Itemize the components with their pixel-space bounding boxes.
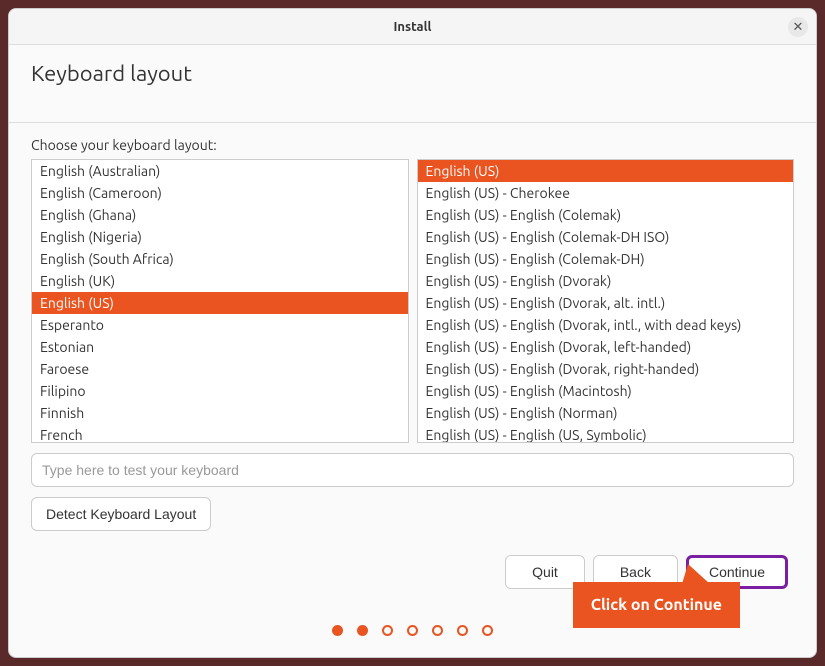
list-item[interactable]: English (US) - English (Dvorak, right-ha… [418,358,794,380]
list-item[interactable]: English (Australian) [32,160,408,182]
detect-layout-button[interactable]: Detect Keyboard Layout [31,497,211,531]
list-item[interactable]: English (US) - English (Colemak-DH ISO) [418,226,794,248]
list-item[interactable]: Finnish [32,402,408,424]
titlebar: Install ✕ [9,9,816,45]
list-item[interactable]: Filipino [32,380,408,402]
window-title: Install [394,20,432,34]
list-item[interactable]: Faroese [32,358,408,380]
list-item[interactable]: English (US) - English (Colemak) [418,204,794,226]
list-item[interactable]: English (US) - English (US, Symbolic) [418,424,794,443]
progress-dot [407,625,418,636]
list-item[interactable]: Estonian [32,336,408,358]
list-item[interactable]: English (Nigeria) [32,226,408,248]
keyboard-test-input[interactable] [31,453,794,487]
callout-text: Click on Continue [591,596,722,614]
progress-dot [382,625,393,636]
list-item[interactable]: English (US) - English (Colemak-DH) [418,248,794,270]
layout-lists: English (Australian)English (Cameroon)En… [31,159,794,443]
list-item[interactable]: English (US) [418,160,794,182]
list-item[interactable]: English (US) - English (Macintosh) [418,380,794,402]
list-item[interactable]: French [32,424,408,443]
list-item[interactable]: English (US) - Cherokee [418,182,794,204]
progress-dot [432,625,443,636]
list-item[interactable]: English (US) - English (Dvorak, intl., w… [418,314,794,336]
layout-language-list[interactable]: English (Australian)English (Cameroon)En… [31,159,409,443]
progress-dot [457,625,468,636]
divider [9,122,816,123]
page-title: Keyboard layout [31,61,794,102]
list-item[interactable]: English (Cameroon) [32,182,408,204]
list-item[interactable]: English (US) [32,292,408,314]
list-item[interactable]: English (South Africa) [32,248,408,270]
progress-dot [332,625,343,636]
list-item[interactable]: English (US) - English (Dvorak, left-han… [418,336,794,358]
choose-label: Choose your keyboard layout: [31,137,794,153]
list-item[interactable]: English (UK) [32,270,408,292]
list-item[interactable]: English (Ghana) [32,204,408,226]
layout-variant-list[interactable]: English (US)English (US) - CherokeeEngli… [417,159,795,443]
installer-window: Install ✕ Keyboard layout Choose your ke… [8,8,817,658]
content-area: Keyboard layout Choose your keyboard lay… [9,45,816,636]
close-button[interactable]: ✕ [788,17,808,37]
annotation-callout: Click on Continue [573,582,740,628]
close-icon: ✕ [793,19,804,35]
progress-dot [357,625,368,636]
list-item[interactable]: English (US) - English (Dvorak, alt. int… [418,292,794,314]
list-item[interactable]: English (US) - English (Dvorak) [418,270,794,292]
list-item[interactable]: Esperanto [32,314,408,336]
list-item[interactable]: English (US) - English (Norman) [418,402,794,424]
progress-dot [482,625,493,636]
